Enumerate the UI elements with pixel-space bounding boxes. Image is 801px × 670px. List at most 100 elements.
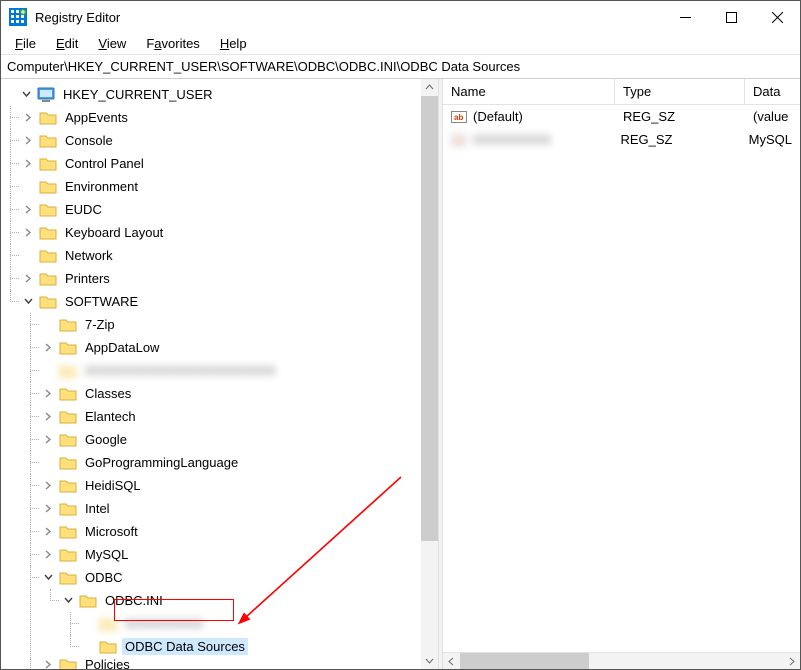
tree-item[interactable]: Elantech	[41, 405, 438, 428]
chevron-down-icon[interactable]	[21, 295, 35, 309]
chevron-right-icon[interactable]	[41, 502, 55, 516]
tree-software[interactable]: SOFTWARE	[21, 290, 438, 313]
folder-icon	[39, 156, 57, 171]
folder-icon	[79, 593, 97, 608]
address-text: Computer\HKEY_CURRENT_USER\SOFTWARE\ODBC…	[7, 59, 520, 74]
tree-item[interactable]: Policies	[41, 658, 438, 669]
tree-pane[interactable]: HKEY_CURRENT_USER AppEvents Console Cont…	[1, 79, 438, 669]
menu-file[interactable]: File	[7, 34, 44, 53]
tree-item[interactable]: Environment	[21, 175, 438, 198]
folder-icon	[59, 340, 77, 355]
maximize-button[interactable]	[708, 1, 754, 33]
chevron-right-icon[interactable]	[41, 433, 55, 447]
chevron-down-icon[interactable]	[19, 88, 33, 102]
chevron-right-icon[interactable]	[41, 658, 55, 669]
chevron-right-icon[interactable]	[21, 111, 35, 125]
chevron-down-icon[interactable]	[61, 594, 75, 608]
chevron-right-icon[interactable]	[41, 479, 55, 493]
chevron-right-icon[interactable]	[21, 226, 35, 240]
close-button[interactable]	[754, 1, 800, 33]
tree-item[interactable]: Classes	[41, 382, 438, 405]
tree-item[interactable]: MySQL	[41, 543, 438, 566]
tree-vertical-scrollbar[interactable]	[421, 79, 438, 669]
tree-item-redacted[interactable]: XXXXXXXXX	[81, 612, 438, 635]
tree-item[interactable]: AppEvents	[21, 106, 438, 129]
value-type: REG_SZ	[620, 132, 672, 147]
menu-view[interactable]: View	[90, 34, 134, 53]
chevron-right-icon[interactable]	[41, 548, 55, 562]
value-data: (value	[753, 109, 788, 124]
scroll-down-icon[interactable]	[421, 652, 438, 669]
tree-odbc-data-sources[interactable]: ODBC Data Sources	[81, 635, 438, 658]
chevron-right-icon[interactable]	[41, 387, 55, 401]
address-bar[interactable]: Computer\HKEY_CURRENT_USER\SOFTWARE\ODBC…	[1, 55, 800, 79]
folder-icon	[59, 547, 77, 562]
chevron-right-icon[interactable]	[41, 525, 55, 539]
column-data[interactable]: Data	[745, 79, 800, 104]
scroll-thumb[interactable]	[460, 653, 589, 669]
tree-item[interactable]: GoProgrammingLanguage	[41, 451, 438, 474]
regedit-icon	[9, 8, 27, 26]
scroll-left-icon[interactable]	[443, 653, 460, 670]
folder-icon	[99, 639, 117, 654]
chevron-right-icon[interactable]	[41, 341, 55, 355]
folder-icon	[59, 363, 77, 378]
scroll-right-icon[interactable]	[783, 653, 800, 670]
chevron-right-icon[interactable]	[21, 157, 35, 171]
scroll-up-icon[interactable]	[421, 79, 438, 96]
folder-icon	[39, 179, 57, 194]
tree-item[interactable]: Intel	[41, 497, 438, 520]
window-title: Registry Editor	[35, 10, 662, 25]
details-pane: Name Type Data ab (Default) REG_SZ (valu…	[443, 79, 800, 669]
folder-icon	[59, 432, 77, 447]
tree-item[interactable]: Control Panel	[21, 152, 438, 175]
folder-icon	[59, 317, 77, 332]
titlebar: Registry Editor	[1, 1, 800, 33]
folder-icon	[39, 225, 57, 240]
chevron-right-icon[interactable]	[41, 410, 55, 424]
details-body[interactable]: ab (Default) REG_SZ (value ab XXXXXXXXX …	[443, 105, 800, 652]
value-row[interactable]: ab (Default) REG_SZ (value	[443, 105, 800, 128]
column-type[interactable]: Type	[615, 79, 745, 104]
chevron-right-icon[interactable]	[21, 272, 35, 286]
tree-root[interactable]: HKEY_CURRENT_USER	[1, 83, 438, 106]
folder-icon	[99, 616, 117, 631]
details-horizontal-scrollbar[interactable]	[443, 652, 800, 669]
folder-icon	[59, 478, 77, 493]
value-type: REG_SZ	[623, 109, 675, 124]
svg-text:ab: ab	[454, 113, 463, 122]
chevron-right-icon[interactable]	[21, 134, 35, 148]
folder-icon	[39, 202, 57, 217]
value-row[interactable]: ab XXXXXXXXX REG_SZ MySQL	[443, 128, 800, 151]
window: Registry Editor File Edit View Favorites…	[0, 0, 801, 670]
tree-item[interactable]: Keyboard Layout	[21, 221, 438, 244]
menu-edit[interactable]: Edit	[48, 34, 86, 53]
scroll-thumb[interactable]	[421, 96, 438, 541]
tree-item[interactable]: HeidiSQL	[41, 474, 438, 497]
minimize-button[interactable]	[662, 1, 708, 33]
tree-item[interactable]: AppDataLow	[41, 336, 438, 359]
tree-item-redacted[interactable]: XXXXXXXXXXXXXXXXXXXXXX	[41, 359, 438, 382]
menu-help[interactable]: Help	[212, 34, 255, 53]
folder-icon	[39, 110, 57, 125]
tree-item[interactable]: 7-Zip	[41, 313, 438, 336]
tree-item[interactable]: EUDC	[21, 198, 438, 221]
value-name: (Default)	[473, 109, 523, 124]
menu-favorites[interactable]: Favorites	[138, 34, 207, 53]
chevron-right-icon[interactable]	[21, 203, 35, 217]
chevron-down-icon[interactable]	[41, 571, 55, 585]
column-name[interactable]: Name	[443, 79, 615, 104]
svg-text:ab: ab	[454, 136, 463, 145]
menubar: File Edit View Favorites Help	[1, 33, 800, 55]
string-value-icon: ab	[451, 132, 467, 148]
tree-item[interactable]: Printers	[21, 267, 438, 290]
folder-icon	[59, 386, 77, 401]
computer-icon	[37, 87, 55, 103]
folder-icon	[59, 658, 77, 669]
tree-item[interactable]: Google	[41, 428, 438, 451]
tree-odbc[interactable]: ODBC	[41, 566, 438, 589]
tree-odbc-ini[interactable]: ODBC.INI	[61, 589, 438, 612]
tree-item[interactable]: Microsoft	[41, 520, 438, 543]
tree-item[interactable]: Network	[21, 244, 438, 267]
tree-item[interactable]: Console	[21, 129, 438, 152]
